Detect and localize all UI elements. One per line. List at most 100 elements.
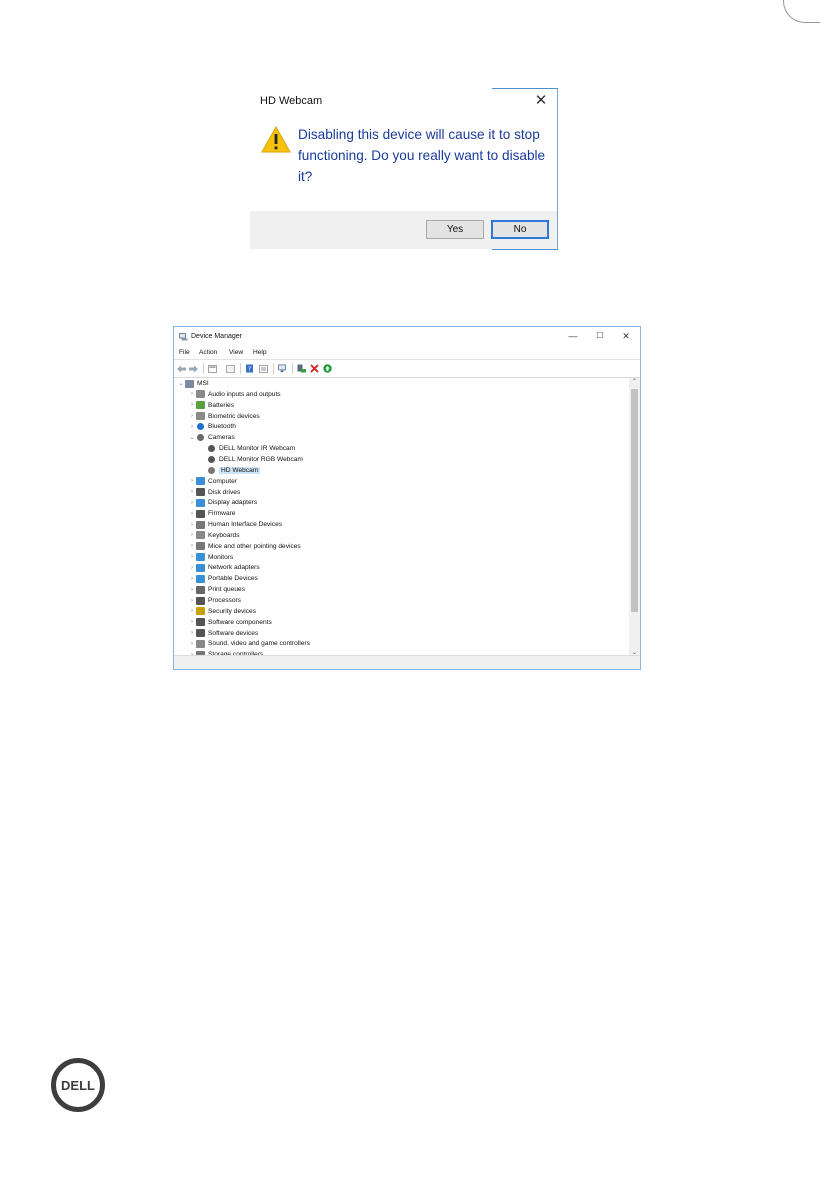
dell-logo-text: DELL <box>61 1078 95 1093</box>
tree-item[interactable]: › Sound, video and game controllers <box>188 638 310 649</box>
tree-item[interactable]: › Software components <box>188 617 272 628</box>
tree-item[interactable]: › Keyboards <box>188 530 240 541</box>
chevron-right-icon[interactable]: › <box>188 554 196 560</box>
warning-icon <box>261 126 291 153</box>
scrollbar-thumb[interactable] <box>631 389 638 612</box>
menu-action[interactable]: Action <box>199 349 217 356</box>
display-adapter-icon <box>196 498 205 507</box>
chevron-right-icon[interactable]: › <box>188 478 196 484</box>
tree-item[interactable]: ⌄ Cameras <box>188 432 235 443</box>
tree-item-label: DELL Monitor RGB Webcam <box>219 455 303 463</box>
tree-item-label: Biometric devices <box>208 412 260 420</box>
tree-item[interactable]: DELL Monitor RGB Webcam <box>207 454 303 465</box>
back-icon[interactable] <box>177 364 186 373</box>
help-icon[interactable]: ? <box>245 364 254 373</box>
tree-item[interactable]: › Portable Devices <box>188 573 258 584</box>
chevron-right-icon[interactable]: › <box>188 619 196 625</box>
toolbar-separator <box>292 363 293 374</box>
network-icon <box>196 563 205 572</box>
tree-item[interactable]: › Network adapters <box>188 562 260 573</box>
update-icon[interactable] <box>323 364 332 373</box>
tree-item[interactable]: ⌄ MSI <box>177 378 209 389</box>
tree-item[interactable]: › Batteries <box>188 400 234 411</box>
chevron-right-icon[interactable]: › <box>188 587 196 593</box>
tree-item[interactable]: › Software devices <box>188 628 258 639</box>
tree-item[interactable]: › Disk drives <box>188 487 240 498</box>
toolbar-separator <box>240 363 241 374</box>
webcam-icon <box>208 455 215 463</box>
tree-item[interactable]: › Processors <box>188 595 241 606</box>
scan-icon[interactable] <box>278 364 287 373</box>
tree-item[interactable]: › Print queues <box>188 584 245 595</box>
chevron-right-icon[interactable]: › <box>188 532 196 538</box>
chevron-right-icon[interactable]: › <box>188 391 196 397</box>
webcam-disabled-icon <box>208 466 215 474</box>
tree-item-label: Portable Devices <box>208 575 258 583</box>
chevron-right-icon[interactable]: › <box>188 413 196 419</box>
chevron-right-icon[interactable]: › <box>188 511 196 517</box>
tree-item-label: Display adapters <box>208 499 258 507</box>
dialog-border-accent <box>492 88 558 89</box>
tree-item-label: Network adapters <box>208 564 260 572</box>
tree-item[interactable]: DELL Monitor IR Webcam <box>207 443 295 454</box>
forward-icon[interactable] <box>189 364 198 373</box>
chevron-right-icon[interactable]: › <box>188 489 196 495</box>
chevron-right-icon[interactable]: › <box>188 522 196 528</box>
tree-item-label: Software devices <box>208 629 259 637</box>
firmware-icon <box>196 509 205 518</box>
chevron-right-icon[interactable]: › <box>188 641 196 647</box>
tree-item[interactable]: › Monitors <box>188 552 233 563</box>
chevron-right-icon[interactable]: › <box>188 543 196 549</box>
sound-icon <box>196 639 205 648</box>
tree-item-label: Keyboards <box>208 531 240 539</box>
tree-item[interactable]: › Display adapters <box>188 497 257 508</box>
chevron-right-icon[interactable]: › <box>188 500 196 506</box>
chevron-down-icon[interactable]: ⌄ <box>177 380 185 387</box>
close-button[interactable]: ✕ <box>619 331 633 342</box>
maximize-button[interactable]: ☐ <box>593 331 607 340</box>
chevron-right-icon[interactable]: › <box>188 424 196 430</box>
no-button[interactable]: No <box>491 220 549 239</box>
device-manager-icon <box>179 333 188 341</box>
chevron-right-icon[interactable]: › <box>188 608 196 614</box>
vertical-scrollbar[interactable]: ⌃ ⌄ <box>629 378 640 656</box>
menu-help[interactable]: Help <box>253 349 267 356</box>
tree-item-label: Processors <box>208 597 241 604</box>
chevron-right-icon[interactable]: › <box>188 565 196 571</box>
yes-button[interactable]: Yes <box>426 220 484 239</box>
chevron-down-icon[interactable]: ⌄ <box>188 434 196 441</box>
tree-item[interactable]: › Computer <box>188 476 237 487</box>
monitor-icon <box>196 553 205 562</box>
toolbar-separator <box>273 363 274 374</box>
show-hidden-icon[interactable] <box>226 364 235 373</box>
tree-item-label: HD Webcam <box>219 466 261 474</box>
tree-item-label: Sound, video and game controllers <box>208 640 310 648</box>
status-bar <box>174 655 640 669</box>
tree-item[interactable]: › Mice and other pointing devices <box>188 541 301 552</box>
menu-view[interactable]: View <box>229 349 243 356</box>
tree-item-label: Batteries <box>208 401 235 409</box>
enable-device-icon[interactable] <box>297 364 306 373</box>
chevron-right-icon[interactable]: › <box>188 630 196 636</box>
processor-icon <box>196 596 205 605</box>
tree-item[interactable]: › Audio inputs and outputs <box>188 389 281 400</box>
tree-item-label: Disk drives <box>208 488 241 496</box>
scroll-up-icon[interactable]: ⌃ <box>629 378 640 385</box>
tree-item[interactable]: HD Webcam <box>207 465 261 476</box>
chevron-right-icon[interactable]: › <box>188 402 196 408</box>
driver-update-icon[interactable] <box>259 364 268 373</box>
chevron-right-icon[interactable]: › <box>188 576 196 582</box>
tree-item[interactable]: › Human Interface Devices <box>188 519 282 530</box>
chevron-right-icon[interactable]: › <box>188 598 196 604</box>
uninstall-device-icon[interactable] <box>310 364 319 373</box>
properties-icon[interactable] <box>208 364 217 373</box>
tree-item[interactable]: › Biometric devices <box>188 411 260 422</box>
disable-device-dialog: HD Webcam ✕ Disabling this device will c… <box>250 88 558 250</box>
tree-item[interactable]: › Security devices <box>188 606 256 617</box>
tree-item[interactable]: › Firmware <box>188 508 235 519</box>
menu-file[interactable]: File <box>179 349 190 356</box>
close-icon[interactable]: ✕ <box>533 91 549 109</box>
minimize-button[interactable]: — <box>566 331 580 341</box>
webcam-icon <box>208 445 215 453</box>
tree-item[interactable]: › Bluetooth <box>188 421 236 432</box>
